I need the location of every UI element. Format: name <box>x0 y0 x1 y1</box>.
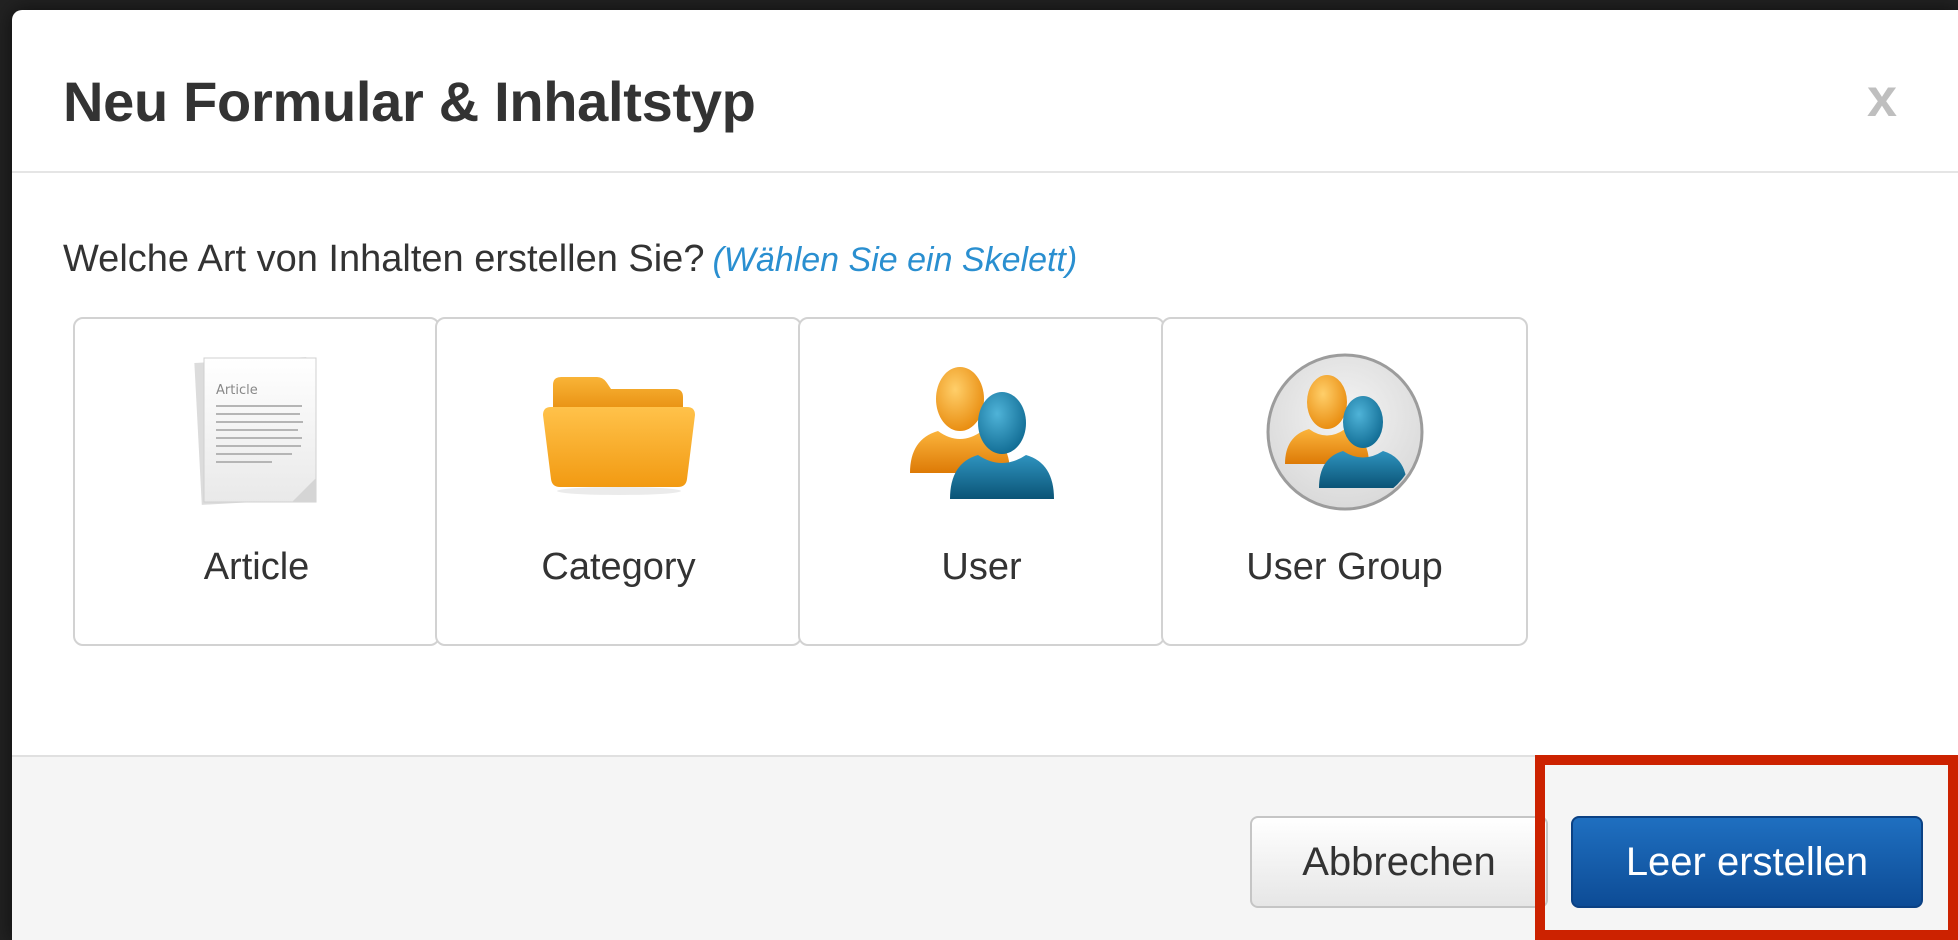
dialog-footer: Abbrechen Leer erstellen <box>12 755 1958 940</box>
svg-text:Article: Article <box>216 383 258 398</box>
content-type-prompt: Welche Art von Inhalten erstellen Sie? (W… <box>63 235 1077 284</box>
tile-category[interactable]: Category <box>435 317 802 646</box>
tile-label-user-group: User Group <box>1246 546 1443 588</box>
dialog-title: Neu Formular & Inhaltstyp <box>63 70 756 133</box>
new-form-dialog: Neu Formular & Inhaltstyp x Welche Art v… <box>12 10 1958 940</box>
tile-label-article: Article <box>203 546 310 588</box>
tile-user[interactable]: User <box>798 317 1165 646</box>
prompt-hint: (Wählen Sie ein Skelett) <box>712 241 1078 279</box>
user-group-icon <box>1163 353 1526 510</box>
prompt-text: Welche Art von Inhalten erstellen Sie? <box>63 238 705 280</box>
tile-label-category: Category <box>541 546 696 588</box>
tile-user-group[interactable]: User Group <box>1161 317 1528 646</box>
user-icon <box>800 354 1163 509</box>
article-document-icon: Article <box>75 354 438 509</box>
tile-article[interactable]: Article Article <box>73 317 440 646</box>
dialog-header: Neu Formular & Inhaltstyp x <box>12 10 1958 173</box>
folder-icon <box>437 354 800 509</box>
cancel-button[interactable]: Abbrechen <box>1250 816 1548 908</box>
tile-label-user: User <box>941 546 1022 588</box>
close-icon[interactable]: x <box>1867 68 1897 128</box>
create-empty-button[interactable]: Leer erstellen <box>1571 816 1923 908</box>
